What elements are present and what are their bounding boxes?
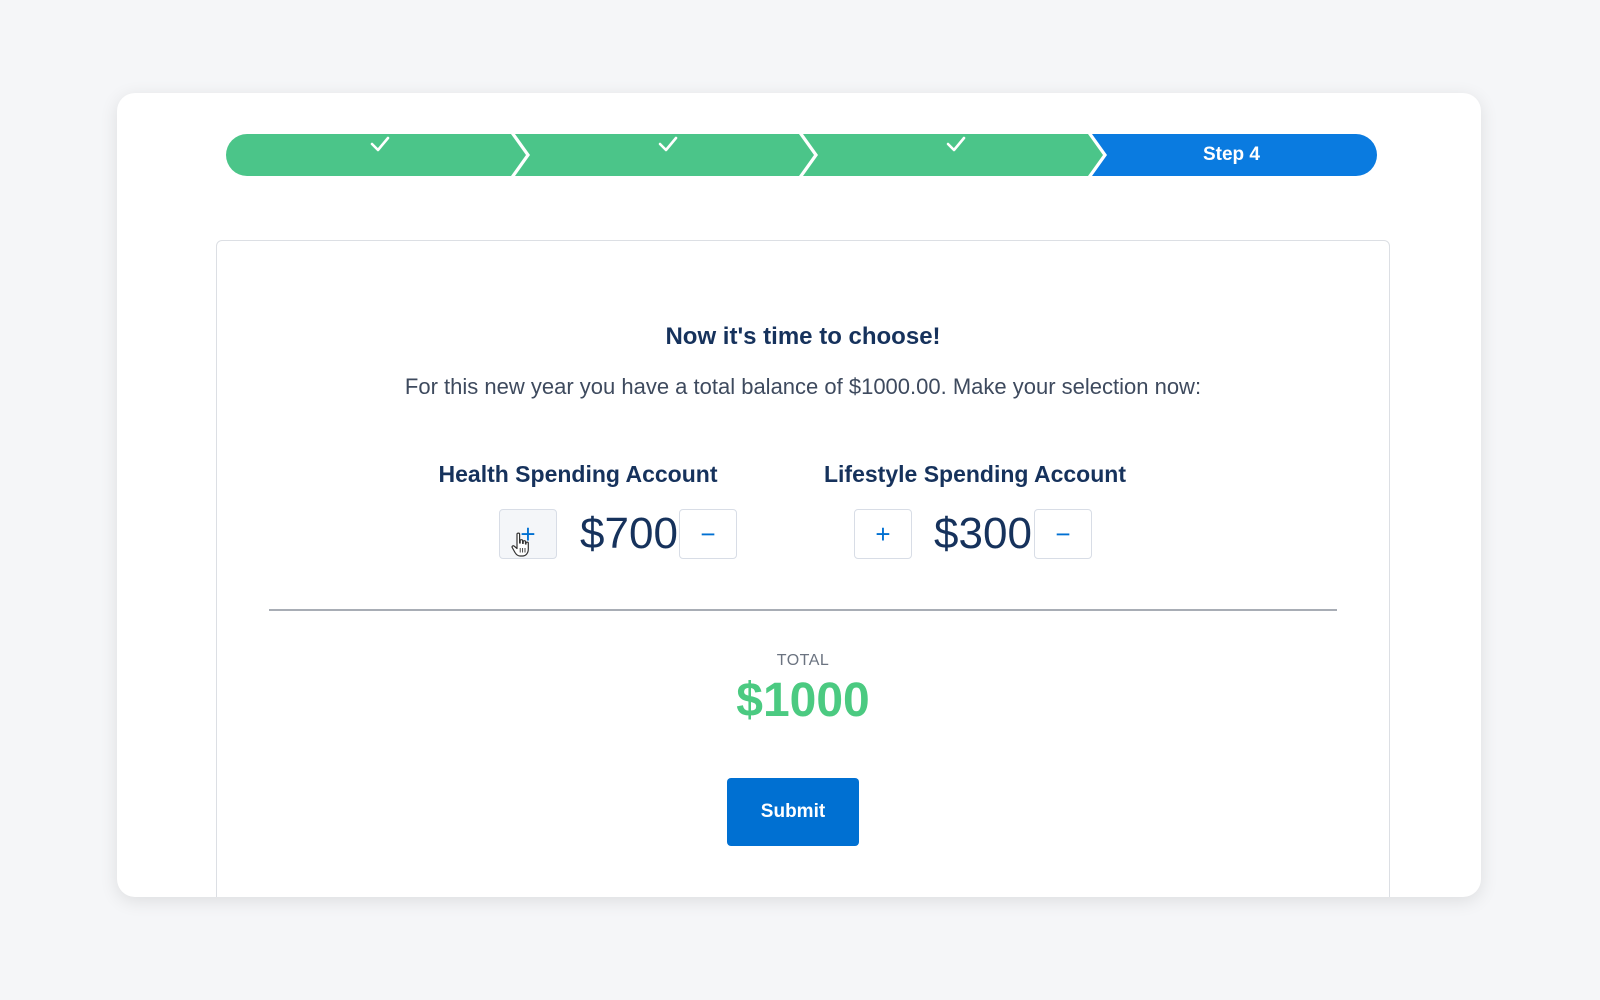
lifestyle-amount-value: $300 [934,509,1032,558]
lifestyle-decrement-button[interactable]: − [1034,509,1092,559]
minus-icon: − [1055,519,1071,549]
lifestyle-amount-stepper: + $300 − [785,509,1165,563]
progress-path: Step 4 [226,134,1377,176]
submit-button[interactable]: Submit [727,778,859,846]
lifestyle-increment-button[interactable]: + [854,509,912,559]
health-increment-button[interactable]: + [499,509,557,559]
form-subtitle: For this new year you have a total balan… [404,374,1202,399]
account-title: Lifestyle Spending Account [823,461,1126,487]
check-icon [946,136,966,152]
health-spending-account: Health Spending Account + $700 − [388,461,768,559]
health-amount-value: $700 [580,509,678,558]
total-value: $1000 [736,674,870,727]
minus-icon: − [700,519,716,549]
health-decrement-button[interactable]: − [679,509,737,559]
divider [269,609,1337,611]
form-title: Now it's time to choose! [665,323,941,350]
main-card: Step 4 Now it's time to choose! For this… [117,93,1481,897]
selection-panel: Now it's time to choose! For this new ye… [216,240,1390,897]
stage-4-label: Step 4 [1202,144,1261,165]
plus-icon: + [875,519,891,549]
lifestyle-spending-account: Lifestyle Spending Account + $300 − [785,461,1165,559]
check-icon [370,136,390,152]
total-label: TOTAL [776,652,830,669]
hand-pointer-cursor-icon [511,532,529,557]
health-amount-stepper: + $700 − [388,509,768,563]
account-title: Health Spending Account [438,461,718,487]
check-icon [658,136,678,152]
